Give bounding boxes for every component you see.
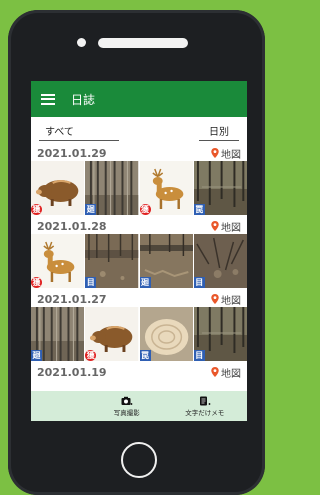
photo-thumbnail[interactable]: 獲 [139,161,193,215]
photo-row: 獲 廻 獲 罠 [31,161,247,215]
record-type-badge: 獲 [31,204,42,215]
text-memo-button[interactable]: 文字だけメモ [185,396,224,417]
app-screen: 日誌 すべて 日別 2021.01.29 地図 獲 廻 獲 罠 2021.01.2… [31,81,247,421]
photo-row: 獲 目 廻 目 [31,234,247,288]
map-link-label: 地図 [221,295,241,307]
day-header: 2021.01.19 地図 [31,364,247,380]
home-button[interactable] [121,442,157,478]
journal-list: 2021.01.29 地図 獲 廻 獲 罠 2021.01.28 地図 獲 目 … [31,145,247,380]
location-pin-icon [211,367,219,377]
speaker-grille [98,38,188,48]
photo-thumbnail[interactable]: 獲 [31,234,85,288]
record-type-badge: 目 [193,277,205,288]
location-pin-icon [211,221,219,231]
record-type-badge: 獲 [85,350,97,361]
record-type-badge: 廻 [31,350,42,361]
filter-bar: すべて 日別 [31,117,247,145]
record-type-badge: 罠 [139,350,151,361]
day-header: 2021.01.27 地図 [31,291,247,307]
day-header: 2021.01.28 地図 [31,218,247,234]
record-type-badge: 目 [193,350,205,361]
photo-thumbnail[interactable]: 廻 [31,307,85,361]
photo-thumbnail[interactable]: 目 [193,307,247,361]
map-link[interactable]: 地図 [211,146,241,161]
camera-icon [121,396,133,405]
map-link[interactable]: 地図 [211,219,241,234]
map-link-label: 地図 [221,149,241,161]
front-camera [77,38,86,47]
photo-thumbnail[interactable]: 廻 [139,234,193,288]
map-link-label: 地図 [221,368,241,380]
category-filter[interactable]: すべて [39,123,119,141]
memo-icon [199,396,211,405]
photo-thumbnail[interactable]: 罠 [193,161,247,215]
location-pin-icon [211,294,219,304]
photo-thumbnail[interactable]: 獲 [85,307,139,361]
record-type-badge: 廻 [85,204,97,215]
bottom-action-bar: 写真撮影 文字だけメモ [31,391,247,421]
record-type-badge: 廻 [139,277,151,288]
map-link-label: 地図 [221,222,241,234]
day-header: 2021.01.29 地図 [31,145,247,161]
record-type-badge: 目 [85,277,97,288]
record-type-badge: 罠 [193,204,205,215]
photo-thumbnail[interactable]: 罠 [139,307,193,361]
day-date: 2021.01.28 [37,219,107,233]
location-pin-icon [211,148,219,158]
record-type-badge: 獲 [139,204,151,215]
take-photo-button[interactable]: 写真撮影 [114,396,140,417]
take-photo-label: 写真撮影 [113,408,140,417]
photo-thumbnail[interactable]: 獲 [31,161,85,215]
day-date: 2021.01.19 [37,365,107,379]
view-mode-select[interactable]: 日別 [199,123,239,141]
photo-row: 廻 獲 罠 目 [31,307,247,361]
photo-thumbnail[interactable]: 目 [85,234,139,288]
photo-thumbnail[interactable]: 目 [193,234,247,288]
text-memo-label: 文字だけメモ [185,408,225,417]
photo-thumbnail[interactable]: 廻 [85,161,139,215]
map-link[interactable]: 地図 [211,365,241,380]
app-title: 日誌 [71,92,96,107]
menu-icon[interactable] [41,93,55,105]
app-bar: 日誌 [31,81,247,117]
day-date: 2021.01.27 [37,292,107,306]
record-type-badge: 獲 [31,277,42,288]
map-link[interactable]: 地図 [211,292,241,307]
day-date: 2021.01.29 [37,146,107,160]
